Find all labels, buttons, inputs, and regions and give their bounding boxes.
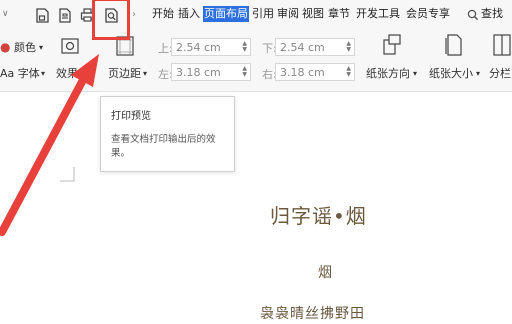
tab-section[interactable]: 章节 — [328, 7, 350, 21]
print-preview-highlight — [92, 0, 130, 40]
tab-reference[interactable]: 引用 — [252, 7, 274, 21]
tab-view[interactable]: 视图 — [302, 7, 324, 21]
color-swatch-icon[interactable]: ● — [0, 41, 10, 54]
right-margin-value: 3.18 cm — [280, 66, 325, 79]
effects-button[interactable]: 效果 — [56, 67, 78, 80]
paper-size-dropdown-icon[interactable]: ▾ — [476, 67, 480, 80]
tab-member[interactable]: 会员专享 — [406, 7, 450, 21]
effects-dropdown-icon[interactable]: ▾ — [81, 67, 85, 80]
ribbon-toolbar: ● 颜色 ▾ Aa 字体 ▾ 效果 ▾ 页边距 ▾ 上: 2.54 cm ▲ ▼ … — [0, 30, 512, 92]
tab-review[interactable]: 审阅 — [277, 7, 299, 21]
columns-button[interactable]: 分栏 — [489, 67, 511, 80]
collapse-chevron-icon[interactable]: ∨ — [2, 8, 9, 21]
search-label[interactable]: 查找 — [481, 7, 503, 21]
top-margin-spinner[interactable]: ▲ ▼ — [242, 41, 247, 53]
columns-icon[interactable] — [492, 34, 512, 56]
bottom-margin-field[interactable]: 2.54 cm ▲ ▼ — [275, 38, 355, 56]
tab-start[interactable]: 开始 — [152, 7, 174, 21]
search-icon[interactable] — [463, 5, 483, 25]
bottom-margin-value: 2.54 cm — [280, 41, 325, 54]
color-dropdown-icon[interactable]: ▾ — [39, 41, 43, 54]
print-preview-tooltip: 打印预览 查看文档打印输出后的效果。 — [100, 96, 235, 172]
bottom-margin-spinner[interactable]: ▲ ▼ — [346, 41, 351, 53]
color-button[interactable]: 颜色 — [14, 41, 36, 54]
orientation-dropdown-icon[interactable]: ▾ — [413, 67, 417, 80]
right-margin-spinner[interactable]: ▲ ▼ — [346, 66, 351, 78]
effects-icon[interactable] — [60, 36, 80, 56]
export-pdf-icon[interactable] — [55, 5, 75, 25]
margins-button[interactable]: 页边距 — [108, 67, 141, 80]
more-chevron-icon[interactable]: › — [132, 8, 136, 21]
tooltip-title: 打印预览 — [111, 111, 151, 122]
tab-developer[interactable]: 开发工具 — [356, 7, 400, 21]
save-icon[interactable] — [32, 5, 52, 25]
document-title: 归字谣•烟 — [270, 204, 367, 228]
paper-size-button[interactable]: 纸张大小 — [429, 67, 473, 80]
left-margin-value: 3.18 cm — [176, 66, 221, 79]
document-area[interactable] — [0, 92, 512, 324]
font-dropdown-icon[interactable]: ▾ — [41, 67, 45, 80]
poem-line: 袅袅晴丝拂野田 — [260, 306, 365, 322]
page-corner-mark — [60, 167, 75, 182]
document-author: 烟 — [318, 265, 332, 281]
tooltip-description: 查看文档打印输出后的效果。 — [111, 134, 216, 159]
font-button[interactable]: Aa 字体 — [0, 67, 40, 80]
tab-insert[interactable]: 插入 — [178, 7, 200, 21]
orientation-button[interactable]: 纸张方向 — [366, 67, 410, 80]
paper-size-icon[interactable] — [444, 34, 464, 56]
left-margin-spinner[interactable]: ▲ ▼ — [242, 66, 247, 78]
left-margin-field[interactable]: 3.18 cm ▲ ▼ — [171, 63, 251, 81]
margins-dropdown-icon[interactable]: ▾ — [143, 67, 147, 80]
top-margin-value: 2.54 cm — [176, 41, 221, 54]
tab-page-layout[interactable]: 页面布局 — [203, 6, 249, 22]
orientation-icon[interactable] — [383, 34, 403, 55]
right-margin-field[interactable]: 3.18 cm ▲ ▼ — [275, 63, 355, 81]
title-bar: ∨ › 开始 插入 页面布局 引用 审阅 视图 章节 开发工具 会员专享 查找 — [0, 0, 512, 30]
top-margin-field[interactable]: 2.54 cm ▲ ▼ — [171, 38, 251, 56]
